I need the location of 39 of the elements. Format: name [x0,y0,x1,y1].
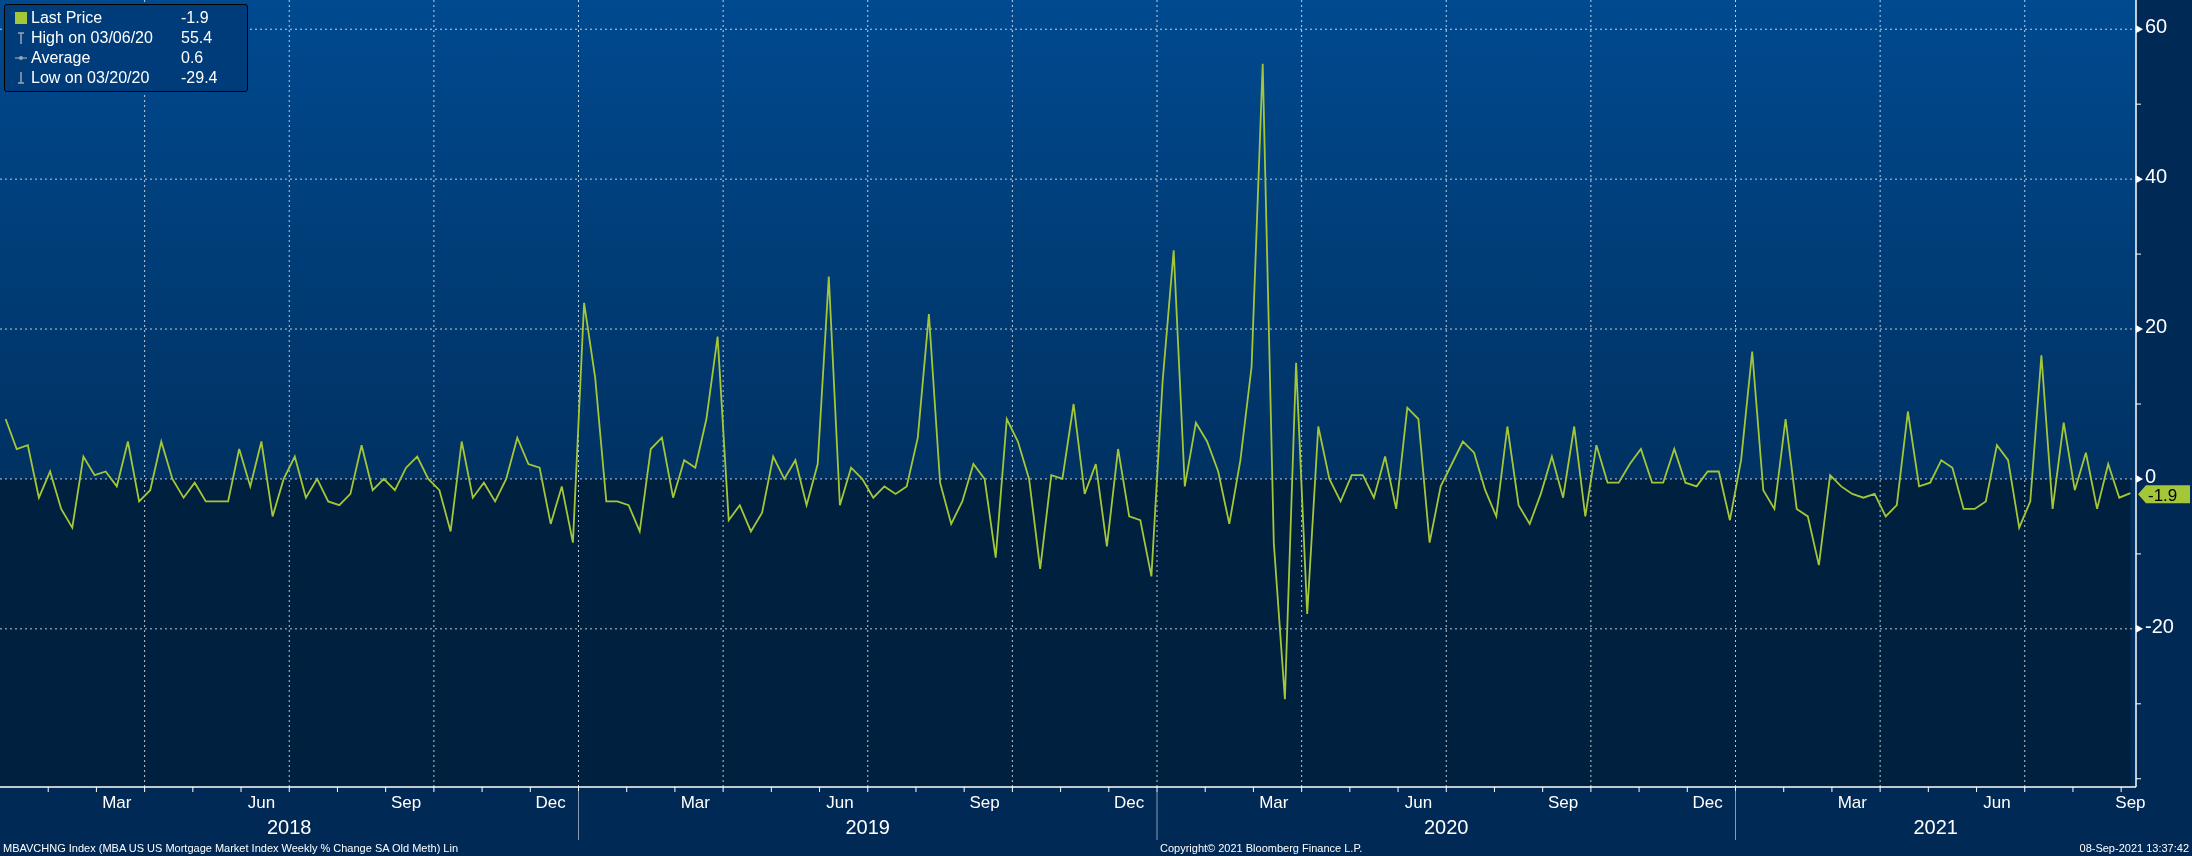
x-tick-label: Sep [1547,793,1579,812]
copyright-text: Copyright© 2021 Bloomberg Finance L.P. [1160,841,1363,856]
x-tick-label: Dec [535,793,566,812]
legend-value: -29.4 [181,68,218,88]
x-tick-label: Mar [102,793,132,812]
x-tick-label: Dec [1114,793,1145,812]
low-marker-icon [16,72,26,84]
x-tick-label: Mar [1259,793,1289,812]
year-label: 2020 [1424,816,1469,838]
x-tick-label: Jun [247,793,276,812]
y-tick-label: 60 [2145,15,2168,38]
x-tick-label: Sep [969,793,1000,812]
x-tick-label: Mar [1837,793,1867,812]
legend-value: -1.9 [181,8,209,28]
average-marker-icon [15,55,27,61]
legend-value: 0.6 [181,48,204,68]
year-label: 2018 [267,816,312,838]
y-tick-label: 0 [2145,464,2157,487]
x-tick-label: Dec [1692,793,1723,812]
year-label: 2019 [845,816,890,838]
legend-label: Average [31,48,92,68]
legend-value: 55.4 [181,28,213,48]
x-tick-label: Sep [390,793,422,812]
legend-label: Last Price [31,8,104,28]
x-tick-label: Jun [1404,793,1433,812]
x-tick-label: Jun [826,793,854,812]
x-tick-label: Jun [1983,793,2011,812]
y-tick-label: -20 [2145,614,2174,637]
x-tick-label: Sep [2115,793,2146,812]
high-marker-icon [16,32,26,44]
last-price-value: -1.9 [2148,486,2178,506]
x-tick-label: Mar [680,793,710,812]
y-tick-label: 20 [2145,315,2168,338]
year-label: 2021 [1913,816,1958,838]
timestamp: 08-Sep-2021 13:37:42 [2079,841,2190,856]
y-tick-label: 40 [2145,165,2168,188]
legend-label: High on 03/06/20 [31,28,154,48]
series-description: MBAVCHNG Index (MBA US US Mortgage Market Index Weekly % Change SA Old Meth) Lin [2,841,460,856]
legend-label: Low on 03/20/20 [31,68,151,88]
